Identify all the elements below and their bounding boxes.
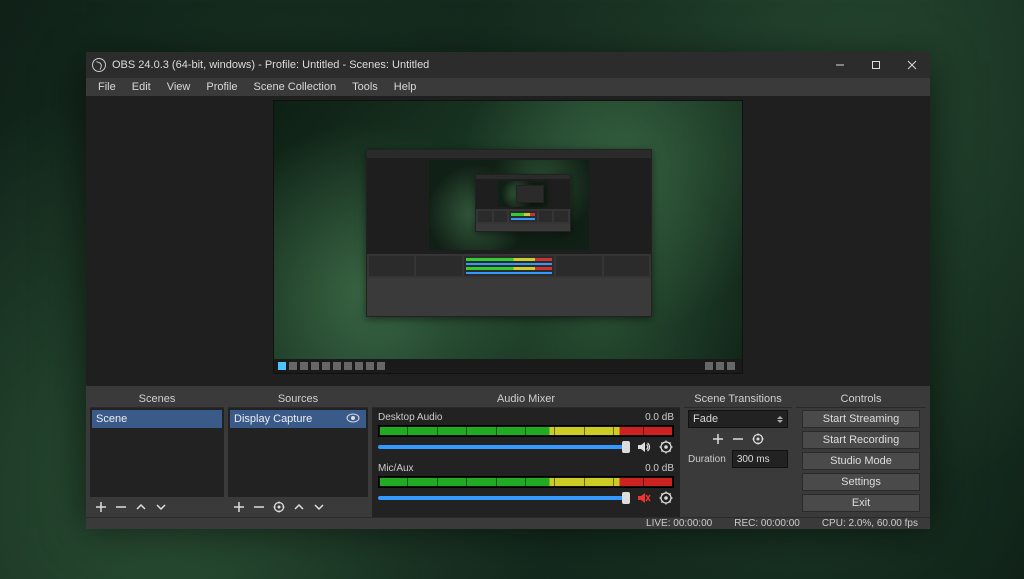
remove-transition-button[interactable] bbox=[731, 432, 745, 446]
menu-edit[interactable]: Edit bbox=[124, 78, 159, 96]
sources-toolbar bbox=[228, 497, 368, 517]
dock: Scenes Scene Sources Display Capture bbox=[86, 386, 930, 517]
menu-tools[interactable]: Tools bbox=[344, 78, 386, 96]
exit-button[interactable]: Exit bbox=[802, 494, 920, 512]
obs-window: OBS 24.0.3 (64-bit, windows) - Profile: … bbox=[86, 52, 930, 518]
duration-label: Duration bbox=[688, 454, 726, 465]
settings-button[interactable]: Settings bbox=[802, 473, 920, 491]
speaker-muted-icon[interactable] bbox=[636, 490, 652, 506]
gear-icon[interactable] bbox=[658, 490, 674, 506]
scene-transitions-panel: Scene Transitions Fade Duration 300 ms bbox=[684, 390, 792, 517]
duration-value: 300 ms bbox=[737, 454, 770, 465]
mixer-channel-name: Mic/Aux bbox=[378, 463, 414, 474]
scene-move-down-button[interactable] bbox=[154, 500, 168, 514]
start-recording-button[interactable]: Start Recording bbox=[802, 431, 920, 449]
menu-profile[interactable]: Profile bbox=[198, 78, 245, 96]
scene-item[interactable]: Scene bbox=[92, 410, 222, 428]
statusbar: LIVE: 00:00:00 REC: 00:00:00 CPU: 2.0%, … bbox=[86, 517, 930, 529]
add-scene-button[interactable] bbox=[94, 500, 108, 514]
chevron-updown-icon bbox=[777, 416, 783, 423]
remove-source-button[interactable] bbox=[252, 500, 266, 514]
source-item-label: Display Capture bbox=[234, 413, 312, 425]
nested-desktop-capture bbox=[366, 149, 652, 317]
status-live: LIVE: 00:00:00 bbox=[646, 518, 712, 529]
transition-properties-button[interactable] bbox=[751, 432, 765, 446]
audio-mixer-panel: Audio Mixer Desktop Audio 0.0 dB bbox=[372, 390, 680, 517]
menubar: File Edit View Profile Scene Collection … bbox=[86, 78, 930, 96]
volume-meter bbox=[378, 425, 674, 437]
duration-input[interactable]: 300 ms bbox=[732, 450, 788, 468]
audio-mixer-body: Desktop Audio 0.0 dB bbox=[372, 408, 680, 517]
preview-canvas[interactable] bbox=[273, 100, 743, 374]
gear-icon[interactable] bbox=[658, 439, 674, 455]
scene-item-label: Scene bbox=[96, 413, 127, 425]
preview-area bbox=[86, 96, 930, 386]
start-streaming-button[interactable]: Start Streaming bbox=[802, 410, 920, 428]
remove-scene-button[interactable] bbox=[114, 500, 128, 514]
menu-file[interactable]: File bbox=[90, 78, 124, 96]
maximize-button[interactable] bbox=[858, 52, 894, 78]
scenes-panel: Scenes Scene bbox=[90, 390, 224, 517]
mixer-channel-desktop: Desktop Audio 0.0 dB bbox=[374, 410, 678, 461]
volume-meter bbox=[378, 476, 674, 488]
menu-scene-collection[interactable]: Scene Collection bbox=[246, 78, 345, 96]
mixer-channel-name: Desktop Audio bbox=[378, 412, 443, 423]
source-properties-button[interactable] bbox=[272, 500, 286, 514]
close-button[interactable] bbox=[894, 52, 930, 78]
add-source-button[interactable] bbox=[232, 500, 246, 514]
controls-panel: Controls Start Streaming Start Recording… bbox=[796, 390, 926, 517]
menu-help[interactable]: Help bbox=[386, 78, 425, 96]
studio-mode-button[interactable]: Studio Mode bbox=[802, 452, 920, 470]
window-title: OBS 24.0.3 (64-bit, windows) - Profile: … bbox=[112, 59, 822, 71]
source-item[interactable]: Display Capture bbox=[230, 410, 366, 428]
mixer-channel-mic: Mic/Aux 0.0 dB bbox=[374, 461, 678, 512]
source-move-up-button[interactable] bbox=[292, 500, 306, 514]
scene-transitions-header: Scene Transitions bbox=[684, 390, 792, 408]
add-transition-button[interactable] bbox=[711, 432, 725, 446]
titlebar: OBS 24.0.3 (64-bit, windows) - Profile: … bbox=[86, 52, 930, 78]
volume-slider[interactable] bbox=[378, 445, 630, 449]
captured-taskbar bbox=[274, 359, 742, 373]
source-move-down-button[interactable] bbox=[312, 500, 326, 514]
scenes-list[interactable]: Scene bbox=[90, 408, 224, 497]
scenes-header: Scenes bbox=[90, 390, 224, 408]
scene-move-up-button[interactable] bbox=[134, 500, 148, 514]
sources-panel: Sources Display Capture bbox=[228, 390, 368, 517]
volume-slider[interactable] bbox=[378, 496, 630, 500]
transition-selected-label: Fade bbox=[693, 413, 718, 425]
obs-app-icon bbox=[92, 58, 106, 72]
mixer-channel-db: 0.0 dB bbox=[645, 412, 674, 423]
controls-header: Controls bbox=[796, 390, 926, 408]
transition-select[interactable]: Fade bbox=[688, 410, 788, 428]
status-cpu: CPU: 2.0%, 60.00 fps bbox=[822, 518, 918, 529]
sources-header: Sources bbox=[228, 390, 368, 408]
audio-mixer-header: Audio Mixer bbox=[372, 390, 680, 408]
scenes-toolbar bbox=[90, 497, 224, 517]
minimize-button[interactable] bbox=[822, 52, 858, 78]
menu-view[interactable]: View bbox=[159, 78, 199, 96]
speaker-icon[interactable] bbox=[636, 439, 652, 455]
mixer-channel-db: 0.0 dB bbox=[645, 463, 674, 474]
status-rec: REC: 00:00:00 bbox=[734, 518, 800, 529]
sources-list[interactable]: Display Capture bbox=[228, 408, 368, 497]
visibility-toggle-icon[interactable] bbox=[344, 413, 362, 426]
